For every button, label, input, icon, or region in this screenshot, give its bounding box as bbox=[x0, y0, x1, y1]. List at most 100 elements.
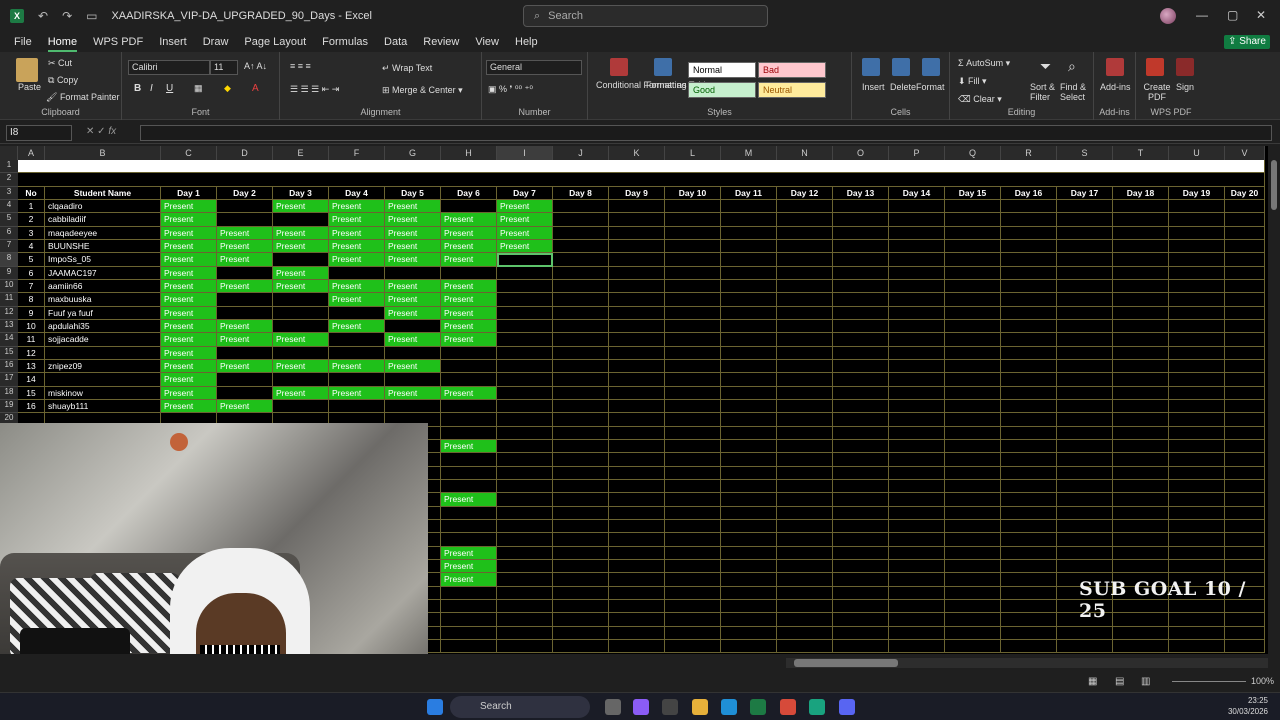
cell[interactable] bbox=[1057, 546, 1113, 560]
cell[interactable] bbox=[1057, 519, 1113, 534]
cell[interactable] bbox=[721, 466, 777, 480]
cell[interactable] bbox=[1057, 266, 1113, 280]
cell[interactable] bbox=[833, 546, 889, 560]
cell[interactable] bbox=[1057, 253, 1113, 267]
cell[interactable] bbox=[833, 613, 889, 627]
cell[interactable] bbox=[553, 519, 609, 534]
cell[interactable] bbox=[1113, 279, 1169, 294]
cell[interactable]: ImpoSs_05 bbox=[45, 253, 161, 267]
cell[interactable] bbox=[553, 493, 609, 507]
cell[interactable]: Present bbox=[385, 306, 441, 320]
cell[interactable] bbox=[833, 386, 889, 400]
redo-icon[interactable]: ↷ bbox=[62, 9, 72, 23]
folder-icon[interactable]: ▭ bbox=[86, 9, 97, 23]
cell[interactable] bbox=[497, 506, 553, 520]
cell[interactable] bbox=[1001, 586, 1057, 600]
cell[interactable]: Present bbox=[441, 559, 497, 574]
cell[interactable] bbox=[441, 586, 497, 600]
cell[interactable] bbox=[945, 453, 1001, 467]
cell[interactable]: Present bbox=[161, 199, 217, 214]
cell[interactable] bbox=[777, 346, 833, 360]
cell[interactable]: Present bbox=[385, 239, 441, 254]
italic-button[interactable]: I bbox=[150, 83, 153, 94]
cell[interactable] bbox=[1001, 266, 1057, 280]
cell[interactable] bbox=[609, 506, 665, 520]
cell[interactable] bbox=[945, 266, 1001, 280]
cell[interactable] bbox=[665, 279, 721, 294]
cell[interactable] bbox=[1113, 453, 1169, 467]
page-break-icon[interactable]: ▥ bbox=[1141, 676, 1150, 687]
cell[interactable]: Present bbox=[441, 493, 497, 507]
column-header-m[interactable]: M bbox=[721, 146, 777, 160]
cell[interactable] bbox=[1113, 266, 1169, 280]
cell[interactable] bbox=[385, 399, 441, 414]
cell[interactable] bbox=[1057, 346, 1113, 360]
cell[interactable] bbox=[889, 626, 945, 640]
cell[interactable]: Day 18 bbox=[1113, 186, 1169, 200]
cell[interactable] bbox=[777, 599, 833, 614]
cell[interactable] bbox=[1169, 226, 1225, 240]
cell[interactable] bbox=[665, 333, 721, 347]
cell[interactable] bbox=[945, 399, 1001, 414]
align-top-icon[interactable]: ≡ ≡ ≡ bbox=[290, 61, 311, 71]
cell[interactable] bbox=[1057, 279, 1113, 294]
cell[interactable] bbox=[609, 279, 665, 294]
cell[interactable]: Present bbox=[497, 199, 553, 214]
cell[interactable] bbox=[497, 466, 553, 480]
cell[interactable]: Present bbox=[329, 253, 385, 267]
cell[interactable] bbox=[553, 293, 609, 307]
cell[interactable]: 15 bbox=[18, 386, 45, 400]
cell[interactable] bbox=[721, 199, 777, 214]
cell[interactable]: Present bbox=[273, 333, 329, 347]
share-button[interactable]: ⇪ Share bbox=[1224, 35, 1270, 49]
cell[interactable] bbox=[609, 373, 665, 387]
cell[interactable] bbox=[553, 453, 609, 467]
cell[interactable] bbox=[1113, 319, 1169, 334]
column-header-u[interactable]: U bbox=[1169, 146, 1225, 160]
cell[interactable] bbox=[833, 466, 889, 480]
cell[interactable]: Present bbox=[329, 293, 385, 307]
cell[interactable]: 10 bbox=[18, 319, 45, 334]
column-header-n[interactable]: N bbox=[777, 146, 833, 160]
taskbar-search[interactable]: Search bbox=[450, 696, 590, 718]
cell[interactable] bbox=[833, 279, 889, 294]
cell[interactable] bbox=[497, 399, 553, 414]
cell[interactable] bbox=[721, 453, 777, 467]
cell[interactable] bbox=[1169, 493, 1225, 507]
cell[interactable] bbox=[1001, 533, 1057, 547]
cell[interactable]: znipez09 bbox=[45, 359, 161, 374]
cell[interactable]: Present bbox=[441, 333, 497, 347]
task-view-icon[interactable] bbox=[605, 699, 621, 715]
cell[interactable] bbox=[1001, 226, 1057, 240]
cell[interactable] bbox=[1225, 413, 1265, 427]
cell[interactable] bbox=[1113, 293, 1169, 307]
cell[interactable] bbox=[1001, 506, 1057, 520]
cell[interactable] bbox=[1113, 226, 1169, 240]
cell[interactable] bbox=[945, 306, 1001, 320]
cell[interactable] bbox=[833, 586, 889, 600]
cell[interactable] bbox=[889, 359, 945, 374]
cell[interactable] bbox=[217, 266, 273, 280]
tab-formulas[interactable]: Formulas bbox=[322, 36, 368, 48]
cell[interactable] bbox=[777, 373, 833, 387]
cell[interactable]: sojjacadde bbox=[45, 333, 161, 347]
cell[interactable] bbox=[609, 359, 665, 374]
cell[interactable] bbox=[385, 373, 441, 387]
cell[interactable] bbox=[553, 279, 609, 294]
cell[interactable] bbox=[609, 266, 665, 280]
cell[interactable]: Present bbox=[217, 359, 273, 374]
cell[interactable]: 4 bbox=[18, 239, 45, 254]
tab-home[interactable]: Home bbox=[47, 36, 78, 52]
tab-insert[interactable]: Insert bbox=[159, 36, 187, 48]
cell[interactable] bbox=[721, 399, 777, 414]
cell[interactable] bbox=[945, 386, 1001, 400]
borders-icon[interactable]: ▦ bbox=[194, 83, 203, 94]
cell[interactable]: 12 bbox=[18, 346, 45, 360]
cell[interactable] bbox=[1001, 573, 1057, 587]
cell[interactable]: Present bbox=[441, 306, 497, 320]
cell[interactable]: Present bbox=[497, 226, 553, 240]
cell[interactable] bbox=[1169, 306, 1225, 320]
cell[interactable] bbox=[665, 519, 721, 534]
cell[interactable] bbox=[1001, 626, 1057, 640]
cell[interactable] bbox=[497, 493, 553, 507]
